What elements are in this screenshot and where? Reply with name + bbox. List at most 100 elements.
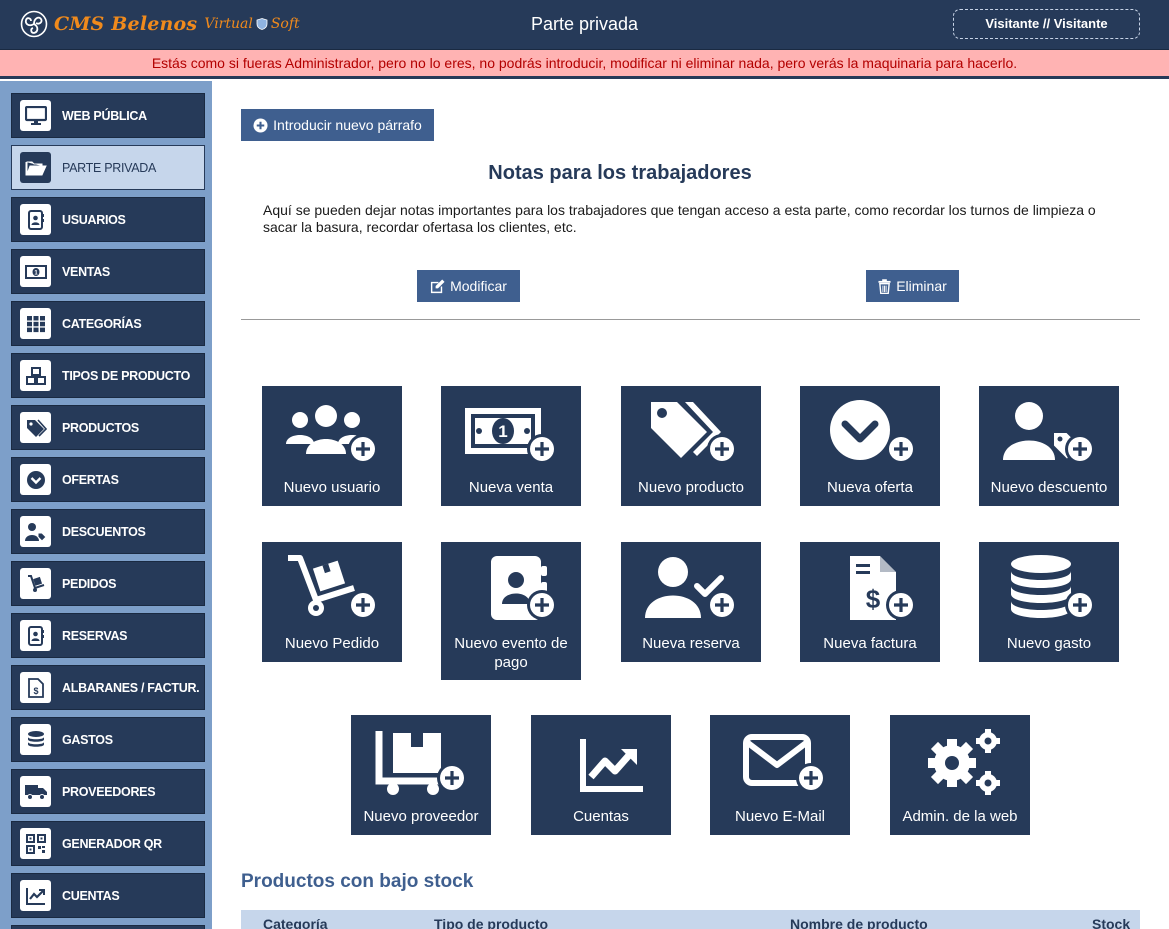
sidebar-item-label: OFERTAS <box>62 472 119 487</box>
address-book-icon <box>20 620 51 651</box>
tile-label: Nuevo descuento <box>990 479 1108 496</box>
chevron-circle-icon <box>20 464 51 495</box>
shield-icon <box>256 18 268 30</box>
user-badge[interactable]: Visitante // Visitante <box>953 9 1140 39</box>
svg-text:$: $ <box>33 686 38 696</box>
logo-soft: Soft <box>270 16 300 32</box>
sidebar-item-label: PARTE PRIVADA <box>62 160 157 175</box>
sidebar-item-cuentas[interactable]: CUENTAS <box>11 873 205 918</box>
logo[interactable]: CMS Belenos Virtual Soft <box>20 8 300 40</box>
tile-nuevo-descuento[interactable]: Nuevo descuento <box>979 386 1119 506</box>
users-plus-icon <box>262 398 402 468</box>
trash-icon <box>878 278 891 294</box>
tile-nueva-oferta[interactable]: Nueva oferta <box>800 386 940 506</box>
sidebar-item-label: GENERADOR QR <box>62 836 162 851</box>
tile-nuevo-proveedor[interactable]: Nuevo proveedor <box>351 715 491 835</box>
chevron-plus-icon <box>800 398 940 468</box>
logo-title: CMS Belenos <box>54 13 198 35</box>
logo-virtual: Virtual <box>204 16 253 32</box>
sidebar-item-descuentos[interactable]: DESCUENTOS <box>11 509 205 554</box>
plus-circle-icon <box>253 117 268 133</box>
sidebar-item-reservas[interactable]: RESERVAS <box>11 613 205 658</box>
new-paragraph-button[interactable]: Introducir nuevo párrafo <box>241 109 434 141</box>
tile-label: Nueva oferta <box>827 479 913 496</box>
column-header[interactable]: Nombre de producto <box>790 916 928 929</box>
sidebar-item-albaranes[interactable]: $ ALBARANES / FACTUR. <box>11 665 205 710</box>
tile-label: Nuevo evento de pago <box>454 635 568 671</box>
sidebar-item-pedidos[interactable]: PEDIDOS <box>11 561 205 606</box>
sidebar-item-label: VENTAS <box>62 264 110 279</box>
column-header[interactable]: Stock <box>1092 916 1130 929</box>
sidebar-item-label: CATEGORÍAS <box>62 316 142 331</box>
folder-open-icon <box>20 152 51 183</box>
tile-admin-web[interactable]: Admin. de la web <box>890 715 1030 835</box>
tile-nueva-factura[interactable]: $ Nueva factura <box>800 542 940 662</box>
chart-line-icon <box>531 727 671 797</box>
tile-nuevo-pedido[interactable]: Nuevo Pedido <box>262 542 402 662</box>
qrcode-icon <box>20 828 51 859</box>
sidebar-item-web-publica[interactable]: WEB PÚBLICA <box>11 93 205 138</box>
tile-label: Nueva venta <box>468 479 554 496</box>
tile-label: Admin. de la web <box>902 808 1018 825</box>
sidebar-item-gastos[interactable]: GASTOS <box>11 717 205 762</box>
invoice-plus-icon: $ <box>800 554 940 624</box>
pallet-plus-icon <box>351 727 491 797</box>
tile-nueva-venta[interactable]: 1 Nueva venta <box>441 386 581 506</box>
sidebar-item-label: PROVEEDORES <box>62 784 156 799</box>
notes-title: Notas para los trabajadores <box>488 162 752 184</box>
modify-button[interactable]: Modificar <box>417 270 520 302</box>
modify-label: Modificar <box>450 278 507 294</box>
tags-plus-icon <box>621 398 761 468</box>
tile-label: Nuevo Pedido <box>284 635 380 652</box>
tile-label: Nuevo gasto <box>1006 635 1092 652</box>
tile-label: Cuentas <box>573 808 629 825</box>
tile-label: Nueva reserva <box>642 635 740 652</box>
notes-text: Aquí se pueden dejar notas importantes p… <box>263 202 1096 235</box>
grid-icon <box>20 308 51 339</box>
sidebar-item-ventas[interactable]: 1 VENTAS <box>11 249 205 294</box>
sidebar-item-proveedores[interactable]: PROVEEDORES <box>11 769 205 814</box>
tile-label: Nuevo E-Mail <box>734 808 826 825</box>
user-tag-icon <box>20 516 51 547</box>
sidebar-item-ofertas[interactable]: OFERTAS <box>11 457 205 502</box>
column-header[interactable]: Categoría <box>263 916 328 929</box>
tile-label: Nueva factura <box>823 635 917 652</box>
column-header[interactable]: Tipo de producto <box>434 916 548 929</box>
tile-nuevo-email[interactable]: Nuevo E-Mail <box>710 715 850 835</box>
tile-nueva-reserva[interactable]: Nueva reserva <box>621 542 761 662</box>
sidebar-item-tipos-de-producto[interactable]: TIPOS DE PRODUCTO <box>11 353 205 398</box>
sidebar-item-label: CUENTAS <box>62 888 120 903</box>
user-check-plus-icon <box>621 554 761 624</box>
sidebar-item-label: ALBARANES / FACTUR. <box>62 680 200 695</box>
tile-cuentas[interactable]: Cuentas <box>531 715 671 835</box>
sidebar-item-label: GASTOS <box>62 732 113 747</box>
money-plus-icon: 1 <box>441 398 581 468</box>
sidebar-item-label: PEDIDOS <box>62 576 117 591</box>
truck-icon <box>20 776 51 807</box>
sidebar-item-label: USUARIOS <box>62 212 126 227</box>
sidebar-item-categorias[interactable]: CATEGORÍAS <box>11 301 205 346</box>
sidebar-item-label: RESERVAS <box>62 628 128 643</box>
svg-text:$: $ <box>866 584 881 614</box>
tile-nuevo-gasto[interactable]: Nuevo gasto <box>979 542 1119 662</box>
cogs-icon <box>890 727 1030 797</box>
tile-nuevo-producto[interactable]: Nuevo producto <box>621 386 761 506</box>
svg-text:1: 1 <box>498 422 507 441</box>
sidebar: WEB PÚBLICA PARTE PRIVADA USUARIOS 1 VEN… <box>0 81 212 929</box>
tile-nuevo-usuario[interactable]: Nuevo usuario <box>262 386 402 506</box>
low-stock-title: Productos con bajo stock <box>241 871 474 892</box>
delete-button[interactable]: Eliminar <box>866 270 959 302</box>
address-book-plus-icon <box>441 554 581 624</box>
sidebar-item-generador-qr[interactable]: GENERADOR QR <box>11 821 205 866</box>
sidebar-item-productos[interactable]: PRODUCTOS <box>11 405 205 450</box>
tile-nuevo-evento-de-pago[interactable]: Nuevo evento de pago <box>441 542 581 680</box>
address-book-icon <box>20 204 51 235</box>
tags-icon <box>20 412 51 443</box>
sidebar-item-usuarios[interactable]: USUARIOS <box>11 197 205 242</box>
new-paragraph-label: Introducir nuevo párrafo <box>273 117 422 133</box>
warning-banner: Estás como si fueras Administrador, pero… <box>0 50 1169 79</box>
logo-subtitle: Virtual Soft <box>204 16 299 32</box>
sidebar-item-more[interactable] <box>11 925 205 929</box>
tile-label: Nuevo usuario <box>283 479 381 496</box>
sidebar-item-parte-privada[interactable]: PARTE PRIVADA <box>11 145 205 190</box>
